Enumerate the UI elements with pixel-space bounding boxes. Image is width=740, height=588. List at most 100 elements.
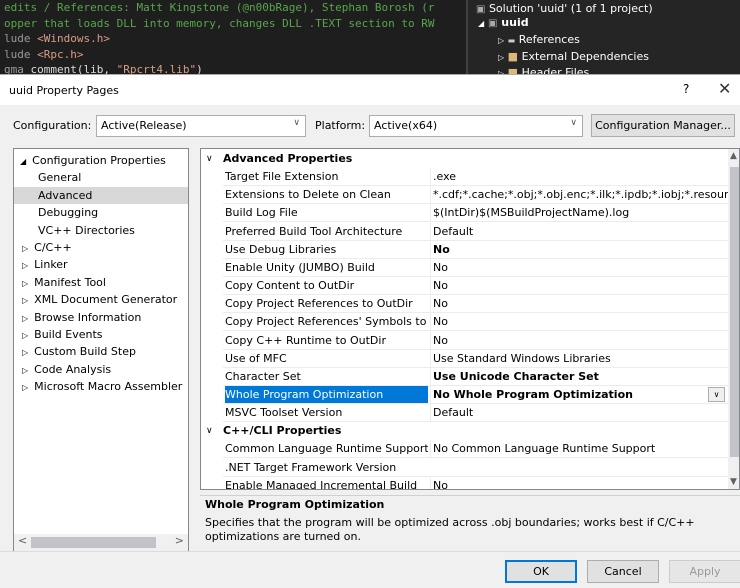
header-files-item[interactable]: ▷ ■ Header Files (498, 64, 589, 74)
tree-item-label: Browse Information (34, 310, 142, 324)
references-icon: ▬ (507, 36, 516, 45)
property-row[interactable]: Extensions to Delete on Clean *.cdf;*.cac… (223, 186, 728, 205)
collapsed-arrow-icon[interactable]: ▷ (22, 348, 28, 357)
dialog-title: uuid Property Pages (9, 84, 119, 97)
tree-item-c-c-[interactable]: ▷ C/C++ (22, 239, 72, 256)
property-grid: ∨ Advanced Properties Target File Extensio… (200, 148, 740, 490)
tree-horizontal-scrollbar[interactable]: < > (14, 534, 188, 551)
help-button[interactable]: ? (683, 82, 689, 96)
property-row[interactable]: Whole Program Optimization No Whole Progr… (223, 385, 728, 404)
property-value[interactable]: No (430, 331, 728, 349)
tree-item-xml-document-generator[interactable]: ▷ XML Document Generator (22, 291, 177, 308)
tree-item-advanced[interactable]: Advanced (14, 186, 188, 204)
scroll-down-icon[interactable]: ▼ (730, 477, 737, 487)
references-item[interactable]: ▷ ▬ References (498, 31, 580, 48)
collapsed-arrow-icon[interactable]: ▷ (22, 296, 28, 305)
property-row[interactable]: Character Set Use Unicode Character Set (223, 367, 728, 386)
tree-item-manifest-tool[interactable]: ▷ Manifest Tool (22, 274, 106, 291)
property-value[interactable]: *.cdf;*.cache;*.obj;*.obj.enc;*.ilk;*.ip… (430, 186, 728, 204)
collapsed-arrow-icon[interactable]: ▷ (22, 261, 28, 270)
property-name: .NET Target Framework Version (225, 460, 397, 474)
section-header[interactable]: ∨ C++/CLI Properties (201, 422, 728, 440)
property-row[interactable]: Copy Project References to OutDir No (223, 295, 728, 314)
tree-item-build-events[interactable]: ▷ Build Events (22, 326, 103, 343)
chevron-down-icon: ∨ (293, 118, 300, 128)
folder-icon: ■ (507, 50, 519, 63)
property-value[interactable]: No (430, 240, 728, 258)
project-item[interactable]: ◢ ▣ uuid (478, 14, 529, 31)
external-dependencies-item[interactable]: ▷ ■ External Dependencies (498, 48, 649, 65)
platform-dropdown[interactable]: Active(x64) ∨ (369, 115, 583, 137)
property-value[interactable]: No (430, 476, 728, 489)
property-row[interactable]: MSVC Toolset Version Default (223, 404, 728, 423)
scrollbar-thumb[interactable] (730, 167, 739, 457)
scroll-left-icon[interactable]: < (18, 534, 27, 547)
tree-item-label: Debugging (38, 206, 99, 220)
property-value[interactable]: No Common Language Runtime Support (430, 440, 728, 458)
property-row[interactable]: Enable Unity (JUMBO) Build No (223, 258, 728, 277)
collapsed-arrow-icon[interactable]: ▷ (22, 366, 28, 375)
property-value[interactable]: Default (430, 222, 728, 240)
scrollbar-thumb[interactable] (31, 537, 156, 548)
property-row[interactable]: Common Language Runtime Support No Common… (223, 440, 728, 459)
property-value[interactable]: .exe (430, 168, 728, 186)
code-editor-background: edits / References: Matt Kingstone (@n00… (0, 0, 466, 74)
apply-button[interactable]: Apply (669, 560, 740, 583)
dropdown-arrow-icon[interactable]: ∨ (708, 386, 725, 402)
tree-item-label: Linker (34, 258, 68, 272)
configuration-manager-button[interactable]: Configuration Manager... (591, 114, 735, 137)
code-line: lude <Rpc.h> (4, 47, 466, 63)
code-line: edits / References: Matt Kingstone (@n00… (4, 0, 466, 16)
property-value[interactable]: Default (430, 404, 728, 422)
property-row[interactable]: .NET Target Framework Version (223, 459, 728, 477)
chevron-down-icon[interactable]: ∨ (206, 150, 213, 168)
property-value[interactable]: Use Standard Windows Libraries (430, 349, 728, 367)
code-token: <Rpc.h> (37, 47, 84, 61)
property-row[interactable]: Copy C++ Runtime to OutDir No (223, 331, 728, 350)
tree-item-microsoft-macro-assembler[interactable]: ▷ Microsoft Macro Assembler (22, 378, 182, 395)
grid-vertical-scrollbar[interactable]: ▲ ▼ (728, 149, 739, 489)
property-value[interactable]: No (430, 277, 728, 295)
collapsed-arrow-icon[interactable]: ▷ (22, 383, 28, 392)
collapsed-arrow-icon[interactable]: ▷ (22, 331, 28, 340)
property-row[interactable]: Preferred Build Tool Architecture Default (223, 222, 728, 241)
section-header[interactable]: ∨ Advanced Properties (201, 150, 728, 168)
tree-item-vc-directories[interactable]: VC++ Directories (38, 222, 135, 239)
property-value[interactable]: No (430, 295, 728, 313)
collapsed-arrow-icon[interactable]: ▷ (22, 244, 28, 253)
property-row[interactable]: Target File Extension .exe (223, 168, 728, 187)
ok-button[interactable]: OK (505, 560, 577, 583)
tree-item-label: C/C++ (34, 241, 72, 254)
chevron-down-icon[interactable]: ∨ (206, 422, 213, 440)
property-value[interactable]: No Whole Program Optimization (430, 385, 728, 403)
tree-item-configuration-properties[interactable]: ◢ Configuration Properties (20, 152, 166, 169)
scroll-right-icon[interactable]: > (175, 534, 184, 547)
property-row[interactable]: Build Log File $(IntDir)$(MSBuildProjectN… (223, 204, 728, 223)
code-token: <Windows.h> (37, 32, 110, 45)
property-row[interactable]: Enable Managed Incremental Build No (223, 476, 728, 489)
collapsed-arrow-icon[interactable]: ▷ (22, 279, 28, 288)
property-value[interactable]: Use Unicode Character Set (430, 367, 728, 385)
folder-icon: ■ (507, 66, 519, 74)
property-value[interactable]: $(IntDir)$(MSBuildProjectName).log (430, 204, 728, 222)
tree-item-linker[interactable]: ▷ Linker (22, 256, 68, 273)
scroll-up-icon[interactable]: ▲ (730, 151, 737, 161)
close-icon[interactable]: ✕ (718, 79, 731, 98)
property-row[interactable]: Use of MFC Use Standard Windows Libraries (223, 349, 728, 368)
configuration-dropdown[interactable]: Active(Release) ∨ (96, 115, 306, 137)
tree-item-general[interactable]: General (38, 169, 81, 186)
collapsed-arrow-icon[interactable]: ▷ (22, 314, 28, 323)
property-value[interactable]: No (430, 258, 728, 276)
property-value[interactable]: No (430, 313, 728, 331)
property-row[interactable]: Copy Project References' Symbols to OutD… (223, 313, 728, 332)
tree-item-code-analysis[interactable]: ▷ Code Analysis (22, 361, 111, 378)
tree-item-label: Advanced (38, 188, 93, 202)
expanded-arrow-icon[interactable]: ◢ (20, 157, 26, 166)
property-row[interactable]: Use Debug Libraries No (223, 240, 728, 259)
tree-item-custom-build-step[interactable]: ▷ Custom Build Step (22, 343, 136, 360)
tree-item-debugging[interactable]: Debugging (38, 204, 98, 221)
code-token: ) (196, 63, 203, 74)
cancel-button[interactable]: Cancel (587, 560, 659, 583)
property-row[interactable]: Copy Content to OutDir No (223, 277, 728, 296)
tree-item-browse-information[interactable]: ▷ Browse Information (22, 309, 141, 326)
